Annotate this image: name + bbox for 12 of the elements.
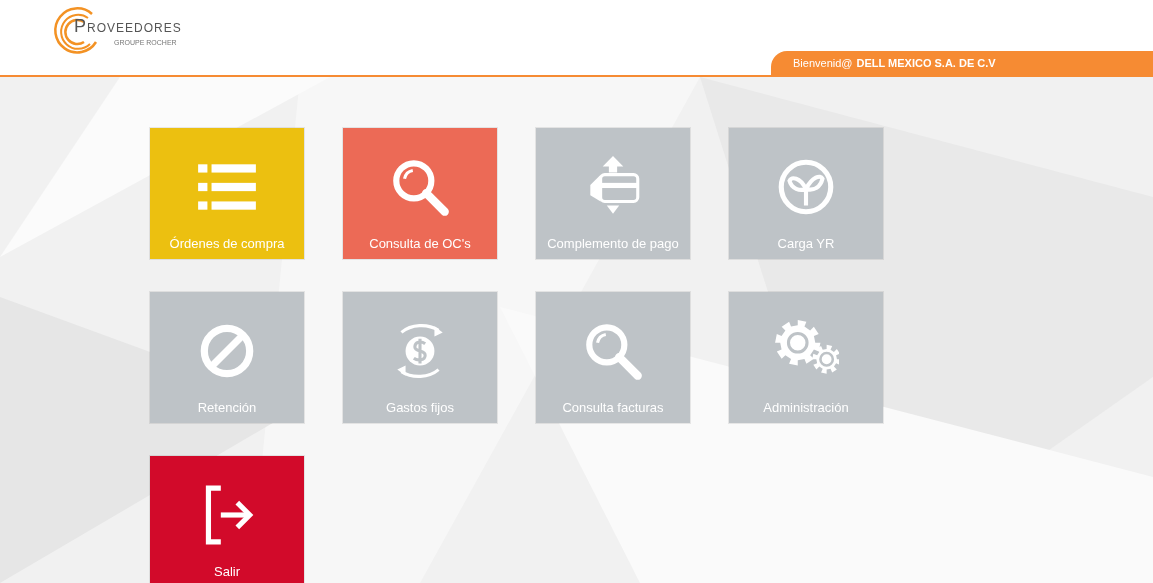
logo-title: PROVEEDORES (74, 16, 182, 37)
menu-tile[interactable]: Retención (150, 292, 304, 423)
company-name: DELL MEXICO S.A. DE C.V (856, 57, 996, 69)
menu-tile[interactable]: Carga YR (729, 128, 883, 259)
menu-tile[interactable]: Gastos fijos (343, 292, 497, 423)
menu-tile[interactable]: Consulta facturas (536, 292, 690, 423)
menu-tile[interactable]: Consulta de OC's (343, 128, 497, 259)
menu-tile[interactable]: Administración (729, 292, 883, 423)
menu-tile[interactable]: Órdenes de compra (150, 128, 304, 259)
menu-tile[interactable]: Complemento de pago (536, 128, 690, 259)
welcome-text: Bienvenid@ (793, 57, 853, 69)
menu-tile[interactable]: Salir (150, 456, 304, 583)
